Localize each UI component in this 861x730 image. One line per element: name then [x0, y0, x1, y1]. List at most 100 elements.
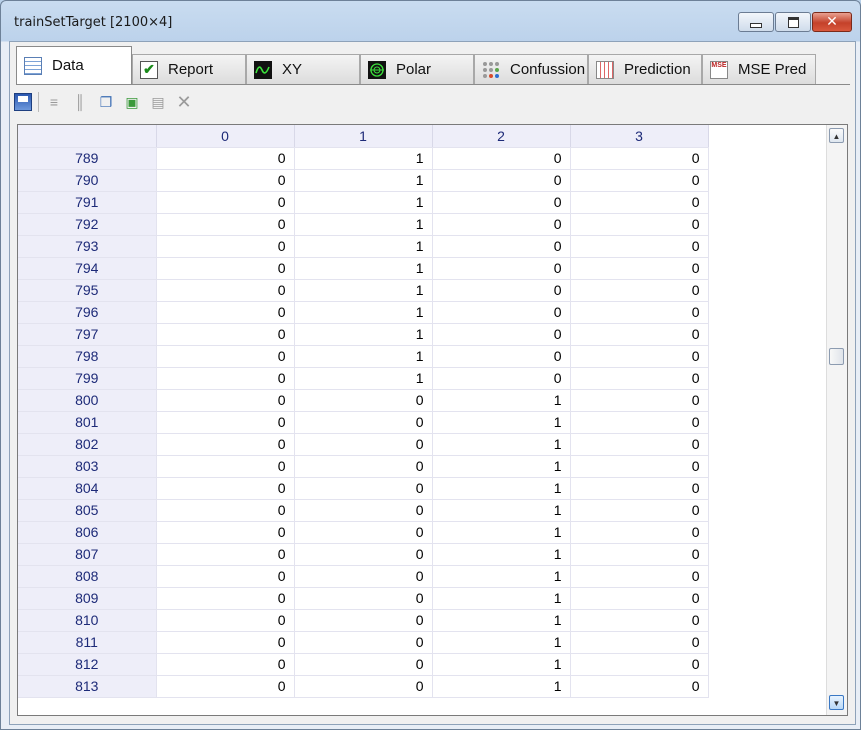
table-cell[interactable]: 1 [294, 235, 433, 258]
table-cell[interactable]: 1 [432, 411, 571, 434]
table-cell[interactable]: 0 [294, 499, 433, 522]
table-cell[interactable]: 0 [294, 565, 433, 588]
table-cell[interactable]: 0 [294, 609, 433, 632]
tab-confussion[interactable]: Confussion [474, 54, 588, 84]
table-cell[interactable]: 0 [432, 169, 571, 192]
table-cell[interactable]: 1 [432, 433, 571, 456]
table-cell[interactable]: 1 [294, 169, 433, 192]
table-cell[interactable]: 1 [294, 367, 433, 390]
table-row[interactable]: 791 0 1 0 0 [18, 191, 709, 214]
table-cell[interactable]: 0 [570, 543, 709, 566]
table-cell[interactable]: 1 [294, 213, 433, 236]
table-cell[interactable]: 0 [570, 147, 709, 170]
table-cell[interactable]: 0 [156, 521, 295, 544]
table-cell[interactable]: 0 [156, 609, 295, 632]
table-cell[interactable]: 0 [156, 213, 295, 236]
save-button[interactable] [12, 91, 34, 113]
table-cell[interactable]: 0 [294, 455, 433, 478]
row-header[interactable]: 810 [18, 609, 157, 632]
table-cell[interactable]: 0 [156, 587, 295, 610]
row-header[interactable]: 796 [18, 301, 157, 324]
table-cell[interactable]: 0 [432, 345, 571, 368]
table-cell[interactable]: 0 [156, 675, 295, 698]
table-cell[interactable]: 0 [570, 455, 709, 478]
table-cell[interactable]: 0 [156, 565, 295, 588]
table-cell[interactable]: 0 [156, 191, 295, 214]
row-header[interactable]: 795 [18, 279, 157, 302]
row-header[interactable]: 805 [18, 499, 157, 522]
table-cell[interactable]: 0 [156, 631, 295, 654]
table-cell[interactable]: 0 [570, 609, 709, 632]
corner-header[interactable] [18, 125, 157, 148]
table-cell[interactable]: 0 [156, 653, 295, 676]
row-header[interactable]: 798 [18, 345, 157, 368]
table-cell[interactable]: 0 [156, 323, 295, 346]
table-cell[interactable]: 0 [294, 411, 433, 434]
table-cell[interactable]: 1 [294, 279, 433, 302]
tab-report[interactable]: ✔ Report [132, 54, 246, 84]
table-cell[interactable]: 0 [156, 389, 295, 412]
table-cell[interactable]: 0 [294, 653, 433, 676]
table-cell[interactable]: 0 [570, 235, 709, 258]
table-cell[interactable]: 0 [156, 477, 295, 500]
row-header[interactable]: 804 [18, 477, 157, 500]
table-cell[interactable]: 0 [156, 499, 295, 522]
table-row[interactable]: 804 0 0 1 0 [18, 477, 709, 500]
table-cell[interactable]: 0 [570, 433, 709, 456]
table-row[interactable]: 799 0 1 0 0 [18, 367, 709, 390]
table-cell[interactable]: 1 [432, 477, 571, 500]
table-cell[interactable]: 0 [570, 301, 709, 324]
table-cell[interactable]: 1 [294, 191, 433, 214]
maximize-button[interactable] [775, 12, 811, 32]
table-row[interactable]: 811 0 0 1 0 [18, 631, 709, 654]
scroll-thumb[interactable] [829, 348, 844, 365]
column-header[interactable]: 3 [570, 125, 709, 148]
table-row[interactable]: 789 0 1 0 0 [18, 147, 709, 170]
table-cell[interactable]: 0 [294, 389, 433, 412]
row-header[interactable]: 799 [18, 367, 157, 390]
row-header[interactable]: 800 [18, 389, 157, 412]
row-header[interactable]: 803 [18, 455, 157, 478]
table-cell[interactable]: 1 [432, 631, 571, 654]
table-row[interactable]: 807 0 0 1 0 [18, 543, 709, 566]
row-header[interactable]: 790 [18, 169, 157, 192]
tab-mse-pred[interactable]: MSE MSE Pred [702, 54, 816, 84]
row-header[interactable]: 802 [18, 433, 157, 456]
table-cell[interactable]: 0 [156, 235, 295, 258]
tab-xy[interactable]: XY [246, 54, 360, 84]
delete-button[interactable]: ✕ [173, 91, 195, 113]
table-cell[interactable]: 1 [432, 499, 571, 522]
table-cell[interactable]: 0 [570, 367, 709, 390]
table-cell[interactable]: 1 [432, 653, 571, 676]
table-cell[interactable]: 0 [570, 323, 709, 346]
table-cell[interactable]: 0 [156, 367, 295, 390]
table-cell[interactable]: 0 [294, 477, 433, 500]
table-row[interactable]: 812 0 0 1 0 [18, 653, 709, 676]
table-cell[interactable]: 0 [570, 477, 709, 500]
table-cell[interactable]: 1 [432, 455, 571, 478]
table-row[interactable]: 813 0 0 1 0 [18, 675, 709, 698]
table-cell[interactable]: 0 [432, 191, 571, 214]
add-row-button[interactable]: ≡ [43, 91, 65, 113]
row-header[interactable]: 797 [18, 323, 157, 346]
table-cell[interactable]: 0 [432, 257, 571, 280]
table-cell[interactable]: 0 [156, 257, 295, 280]
table-cell[interactable]: 1 [432, 587, 571, 610]
column-header[interactable]: 1 [294, 125, 433, 148]
table-row[interactable]: 802 0 0 1 0 [18, 433, 709, 456]
row-header[interactable]: 809 [18, 587, 157, 610]
table-cell[interactable]: 0 [294, 675, 433, 698]
table-cell[interactable]: 1 [432, 521, 571, 544]
table-cell[interactable]: 0 [432, 279, 571, 302]
table-cell[interactable]: 0 [570, 653, 709, 676]
table-row[interactable]: 806 0 0 1 0 [18, 521, 709, 544]
table-cell[interactable]: 0 [294, 521, 433, 544]
tab-prediction[interactable]: Prediction [588, 54, 702, 84]
table-cell[interactable]: 0 [156, 411, 295, 434]
tab-polar[interactable]: Polar [360, 54, 474, 84]
table-row[interactable]: 796 0 1 0 0 [18, 301, 709, 324]
table-cell[interactable]: 0 [432, 213, 571, 236]
row-header[interactable]: 806 [18, 521, 157, 544]
table-cell[interactable]: 0 [294, 543, 433, 566]
table-cell[interactable]: 0 [570, 587, 709, 610]
